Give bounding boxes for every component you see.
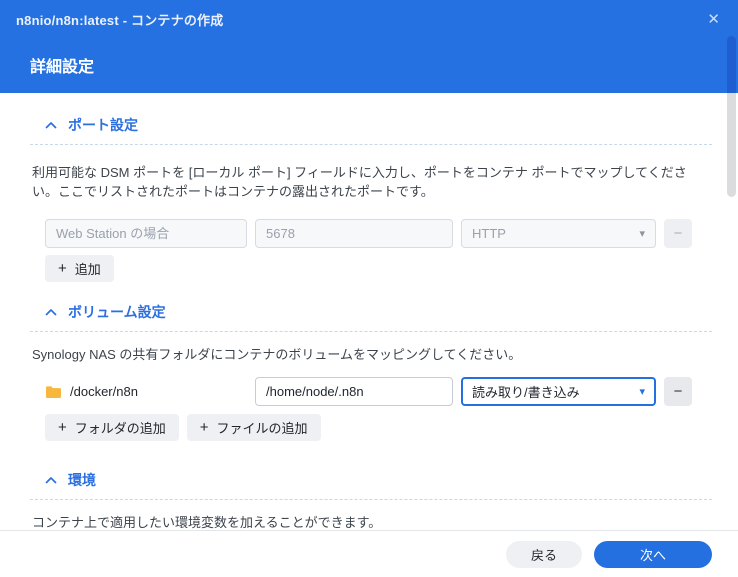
step-title: 詳細設定 [30,53,738,77]
plus-icon: + [58,420,67,435]
plus-icon: + [58,261,67,276]
section-title-volume: ボリューム設定 [68,302,166,322]
dialog-footer: 戻る 次へ [0,530,738,577]
mount-mode-value: 読み取り/書き込み [472,382,580,401]
chevron-up-icon [45,476,57,484]
container-path-input[interactable] [255,377,453,406]
mount-mode-select[interactable]: 読み取り/書き込み ▾ [461,377,656,406]
dialog-header: n8nio/n8n:latest - コンテナの作成 ✕ 詳細設定 [0,0,738,93]
caret-down-icon: ▾ [639,385,645,398]
scrollbar-thumb[interactable] [727,36,736,197]
section-header-port[interactable]: ポート設定 [45,115,712,135]
add-file-button[interactable]: + ファイルの追加 [187,414,321,441]
volume-mapping-row: /docker/n8n 読み取り/書き込み ▾ − [45,377,712,406]
chevron-up-icon [45,121,57,129]
next-button[interactable]: 次へ [594,541,712,568]
local-port-input[interactable] [45,219,247,248]
add-port-button[interactable]: + 追加 [45,255,114,282]
minus-icon: − [674,383,683,400]
chevron-up-icon [45,308,57,316]
volume-description: Synology NAS の共有フォルダにコンテナのボリュームをマッピングしてく… [32,345,694,364]
back-button[interactable]: 戻る [506,541,582,568]
close-icon[interactable]: ✕ [707,12,720,27]
titlebar: n8nio/n8n:latest - コンテナの作成 ✕ [0,0,738,29]
protocol-select-value: HTTP [472,226,506,241]
caret-down-icon: ▾ [639,227,645,240]
dialog-content: ポート設定 利用可能な DSM ポートを [ローカル ポート] フィールドに入力… [0,93,738,530]
volume-buttons-row: + フォルダの追加 + ファイルの追加 [45,414,712,441]
add-folder-button[interactable]: + フォルダの追加 [45,414,179,441]
add-file-label: ファイルの追加 [217,418,308,437]
port-mapping-row: HTTP ▾ − [45,219,712,248]
plus-icon: + [200,420,209,435]
protocol-select[interactable]: HTTP ▾ [461,219,656,248]
port-description: 利用可能な DSM ポートを [ローカル ポート] フィールドに入力し、ポートを… [32,163,694,201]
section-divider [30,499,712,500]
container-port-input[interactable] [255,219,453,248]
minus-icon: − [674,225,683,242]
add-port-label: 追加 [75,259,101,278]
section-divider [30,331,712,332]
section-divider [30,144,712,145]
remove-volume-button[interactable]: − [664,377,692,406]
host-path: /docker/n8n [70,384,138,399]
add-folder-label: フォルダの追加 [75,418,166,437]
section-title-environment: 環境 [68,470,96,490]
dialog-title: n8nio/n8n:latest - コンテナの作成 [16,10,223,29]
section-title-port: ポート設定 [68,115,138,135]
host-path-cell: /docker/n8n [45,384,247,399]
section-header-volume[interactable]: ボリューム設定 [45,302,712,322]
remove-port-button[interactable]: − [664,219,692,248]
environment-description: コンテナ上で適用したい環境変数を加えることができます。 [32,513,694,530]
container-create-dialog: n8nio/n8n:latest - コンテナの作成 ✕ 詳細設定 ポート設定 … [0,0,738,577]
section-header-environment[interactable]: 環境 [45,470,712,490]
folder-icon [45,385,62,399]
